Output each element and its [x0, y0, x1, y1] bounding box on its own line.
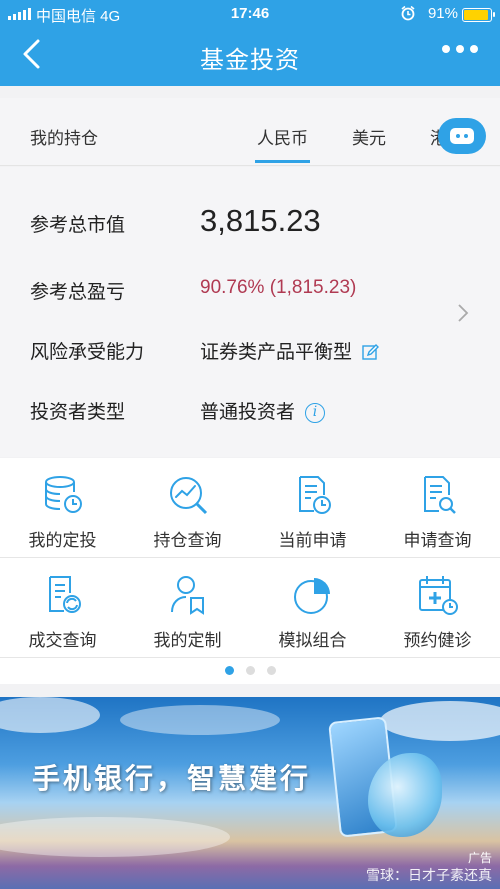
robot-icon[interactable] [438, 118, 486, 154]
divider [0, 657, 500, 658]
clock: 17:46 [230, 5, 270, 22]
banner-headline: 手机银行，智慧建行 [32, 763, 312, 794]
investor-type-value: 普通投资者 [200, 402, 296, 423]
menu-current-application[interactable]: 当前申请 [250, 458, 375, 558]
profit-loss-value: 90.76% (1,815.23) [200, 277, 357, 298]
battery-icon [462, 8, 495, 22]
cloud-decoration [120, 705, 280, 735]
page-dot[interactable] [266, 666, 276, 675]
battery-percent: 91% [427, 5, 458, 22]
database-clock-icon [42, 474, 84, 516]
menu-label: 我的定制 [153, 631, 222, 650]
tab-usd[interactable]: 美元 [352, 124, 386, 149]
document-refresh-icon [42, 574, 84, 616]
menu-appointment-checkup[interactable]: 预约健诊 [375, 558, 500, 658]
user-bookmark-icon [167, 574, 209, 616]
page-title: 基金投资 [200, 47, 300, 74]
ad-tag: 广告 [467, 851, 492, 865]
menu-trade-query[interactable]: 成交查询 [0, 558, 125, 658]
menu-holdings-query[interactable]: 持仓查询 [125, 458, 250, 558]
alarm-clock-icon [400, 5, 416, 25]
cloud-decoration [0, 817, 230, 857]
menu-label: 当前申请 [278, 531, 347, 550]
app-header: 中国电信 4G 17:46 91% 基金投资 [0, 0, 500, 86]
market-value-label: 参考总市值 [30, 215, 126, 236]
menu-label: 我的定投 [28, 531, 97, 550]
profit-loss-label: 参考总盈亏 [30, 282, 126, 303]
menu-my-auto-invest[interactable]: 我的定投 [0, 458, 125, 558]
holdings-tab-bar: 我的持仓 人民币 美元 港 [0, 98, 500, 166]
menu-label: 预约健诊 [403, 631, 472, 650]
watermark: 雪球：日才子素还真 [366, 867, 492, 883]
menu-label: 成交查询 [28, 631, 97, 650]
menu-label: 申请查询 [403, 531, 472, 550]
promo-banner[interactable]: 手机银行，智慧建行 广告 雪球：日才子素还真 [0, 697, 500, 889]
my-holdings-label: 我的持仓 [30, 129, 98, 148]
page-indicator [0, 666, 500, 675]
page-dot[interactable] [224, 666, 234, 675]
status-bar: 中国电信 4G 17:46 91% [0, 0, 500, 28]
market-value: 3,815.23 [200, 203, 321, 238]
menu-my-customization[interactable]: 我的定制 [125, 558, 250, 658]
calendar-plus-icon [417, 574, 459, 616]
info-icon[interactable]: i [305, 402, 326, 423]
chevron-right-icon[interactable] [456, 302, 470, 324]
nav-bar: 基金投资 [0, 30, 500, 80]
investor-type-value-wrap: 普通投资者 i [200, 397, 326, 424]
more-dots-icon[interactable] [442, 45, 478, 53]
function-menu: 我的定投 持仓查询 当前申请 申请查询 成交查询 我的定制 模拟组合 预约健诊 [0, 458, 500, 684]
edit-icon[interactable] [362, 344, 380, 361]
menu-label: 模拟组合 [278, 631, 347, 650]
risk-tolerance-label: 风险承受能力 [30, 342, 145, 363]
cloud-decoration [380, 701, 500, 741]
tab-rmb[interactable]: 人民币 [255, 124, 310, 163]
holdings-summary[interactable]: 参考总市值 3,815.23 参考总盈亏 90.76% (1,815.23) 风… [0, 167, 500, 457]
risk-tolerance-value: 证券类产品平衡型 [200, 342, 353, 363]
risk-tolerance-value-wrap: 证券类产品平衡型 [200, 337, 380, 364]
page-dot[interactable] [245, 666, 255, 675]
document-clock-icon [292, 474, 334, 516]
chart-magnifier-icon [167, 474, 209, 516]
menu-label: 持仓查询 [153, 531, 222, 550]
investor-type-label: 投资者类型 [30, 402, 126, 423]
cloud-decoration [0, 697, 100, 733]
menu-simulated-portfolio[interactable]: 模拟组合 [250, 558, 375, 658]
document-search-icon [417, 474, 459, 516]
menu-application-query[interactable]: 申请查询 [375, 458, 500, 558]
pie-chart-icon [292, 574, 334, 616]
